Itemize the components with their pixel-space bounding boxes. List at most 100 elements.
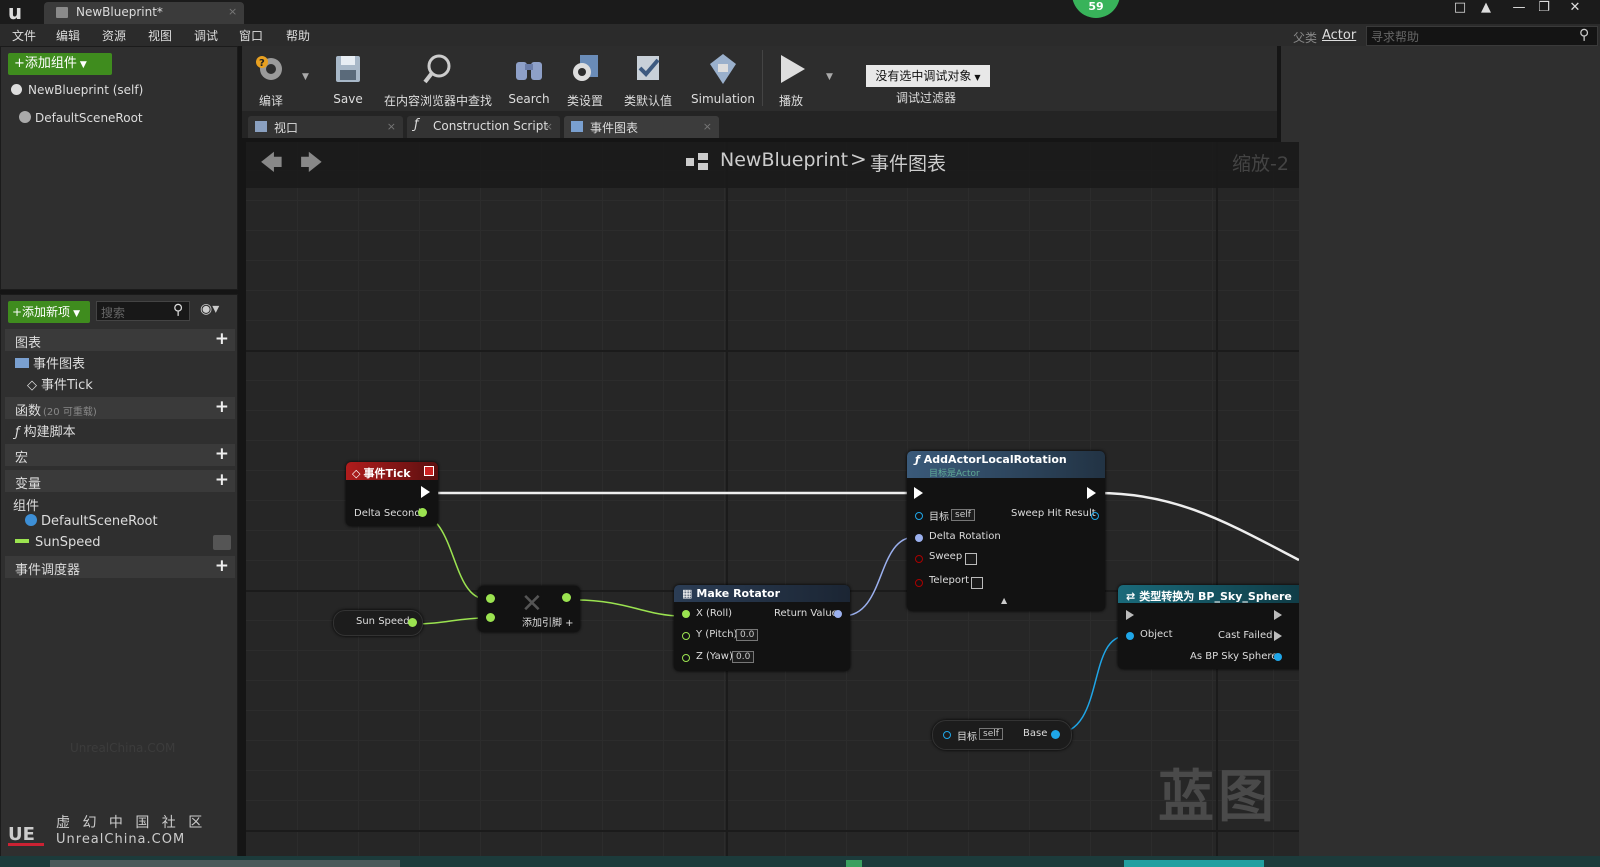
tab-event-graph-label: 事件图表 — [590, 121, 639, 135]
add-variable-icon[interactable]: + — [215, 470, 229, 490]
close-tab-icon[interactable]: × — [544, 120, 553, 133]
yaw-value-field[interactable]: 0.0 — [732, 651, 755, 663]
tab-event-graph[interactable]: 事件图表 × — [564, 116, 719, 138]
function-icon: ƒ — [414, 117, 419, 132]
node-add-actor-local-rotation[interactable]: ƒ AddActorLocalRotation 目标是Actor 目标 self … — [907, 451, 1105, 611]
maximize-icon[interactable]: ❐ — [1532, 0, 1556, 16]
event-tick-item[interactable]: ◇ 事件Tick — [27, 374, 93, 393]
help-search-input[interactable]: 寻求帮助 ⚲ — [1366, 26, 1598, 46]
close-window-icon[interactable]: ✕ — [1563, 0, 1587, 16]
play-options-arrow-icon[interactable]: ▼ — [826, 72, 833, 82]
target-pin[interactable] — [915, 512, 923, 520]
base-target-pin[interactable] — [943, 731, 951, 739]
search-button[interactable]: Search — [504, 46, 554, 111]
delegate-pin-icon[interactable] — [424, 466, 434, 476]
save-button[interactable]: Save — [326, 46, 370, 111]
add-pin-button[interactable]: 添加引脚 + — [522, 614, 574, 629]
node-cast-to-bp-sky-sphere[interactable]: ⇄ 类型转换为 BP_Sky_Sphere Object Cast Failed … — [1118, 585, 1299, 669]
tutorial-icon[interactable]: ▲ — [1474, 0, 1498, 16]
node-make-rotator[interactable]: ▦ Make Rotator X (Roll) Return Value Y (P… — [674, 585, 850, 671]
chat-icon[interactable]: □ — [1448, 0, 1472, 16]
node-get-sun-speed[interactable]: Sun Speed — [333, 610, 423, 636]
category-event-dispatchers[interactable]: 事件调度器 + — [5, 556, 235, 578]
cast-header: ⇄ 类型转换为 BP_Sky_Sphere — [1118, 585, 1299, 603]
tab-viewport[interactable]: 视口 × — [248, 116, 403, 138]
menu-view[interactable]: 视图 — [148, 27, 172, 44]
visibility-eye-icon[interactable] — [213, 535, 231, 550]
view-options-eye-icon[interactable]: ◉▾ — [200, 301, 219, 317]
variable-default-scene-root[interactable]: DefaultSceneRoot — [25, 514, 158, 529]
node-get-base[interactable]: 目标 self Base — [932, 720, 1072, 750]
component-default-scene-root[interactable]: DefaultSceneRoot — [19, 111, 143, 125]
teleport-pin[interactable] — [915, 579, 923, 587]
close-tab-icon[interactable]: × — [228, 5, 237, 18]
class-defaults-button[interactable]: 类默认值 — [616, 46, 680, 111]
add-component-button[interactable]: +添加组件 ▼ — [8, 53, 112, 75]
compile-options-arrow-icon[interactable]: ▼ — [302, 72, 309, 82]
sweep-checkbox[interactable] — [965, 553, 977, 565]
add-graph-icon[interactable]: + — [215, 329, 229, 349]
sun-speed-pin[interactable] — [408, 618, 417, 627]
category-variables[interactable]: 变量 + — [5, 470, 235, 492]
category-graphs[interactable]: 图表 + — [5, 329, 235, 351]
add-dispatcher-icon[interactable]: + — [215, 556, 229, 576]
parent-class-link[interactable]: Actor — [1322, 28, 1356, 43]
menu-edit[interactable]: 编辑 — [56, 27, 80, 44]
cast-exec-out-pin[interactable] — [1274, 610, 1282, 620]
delta-rotation-pin[interactable] — [915, 534, 923, 542]
sweep-pin[interactable] — [915, 555, 923, 563]
simulation-button[interactable]: Simulation — [688, 46, 758, 111]
roll-pin[interactable] — [682, 610, 690, 618]
collapse-arrow-icon[interactable]: ▲ — [1001, 596, 1007, 605]
cast-failed-pin[interactable] — [1274, 631, 1282, 641]
object-pin[interactable] — [1126, 632, 1134, 640]
tab-construction-script[interactable]: ƒ Construction Script × — [407, 116, 560, 138]
multiply-out-pin[interactable] — [562, 593, 571, 602]
document-tab[interactable]: NewBlueprint* × — [44, 2, 244, 24]
menu-file[interactable]: 文件 — [12, 27, 36, 44]
close-tab-icon[interactable]: × — [387, 120, 396, 133]
add-new-button[interactable]: +添加新项 ▼ — [8, 301, 90, 323]
teleport-checkbox[interactable] — [971, 577, 983, 589]
pitch-pin[interactable] — [682, 632, 690, 640]
my-blueprint-search-input[interactable]: 搜索 ⚲ — [96, 301, 190, 321]
menu-window[interactable]: 窗口 — [239, 27, 263, 44]
node-event-tick[interactable]: ◇ 事件Tick Delta Seconds — [346, 462, 438, 526]
as-bp-sky-sphere-pin[interactable] — [1274, 653, 1282, 661]
target-label: 目标 — [929, 512, 949, 523]
play-button[interactable]: 播放 — [766, 46, 816, 111]
event-graph-canvas[interactable]: 🡄 🡆 NewBlueprint > 事件图表 缩放-2 ◇ 事件Tick Del… — [246, 142, 1299, 856]
category-macros[interactable]: 宏 + — [5, 444, 235, 466]
category-functions[interactable]: 函数 (20 可重载) + — [5, 397, 235, 419]
menu-help[interactable]: 帮助 — [286, 27, 310, 44]
close-tab-icon[interactable]: × — [703, 120, 712, 133]
base-out-pin[interactable] — [1051, 730, 1060, 739]
menu-asset[interactable]: 资源 — [102, 27, 126, 44]
node-multiply-float[interactable]: ✕ 添加引脚 + — [478, 586, 580, 632]
exec-in-pin[interactable] — [914, 487, 923, 499]
debug-object-dropdown[interactable]: 没有选中调试对象 ▼ — [866, 65, 990, 87]
menu-debug[interactable]: 调试 — [194, 27, 218, 44]
find-in-content-browser-button[interactable]: 在内容浏览器中查找 — [376, 46, 500, 111]
yaw-pin[interactable] — [682, 654, 690, 662]
compile-button[interactable]: ? 编译 — [246, 46, 296, 111]
class-settings-button[interactable]: 类设置 — [560, 46, 610, 111]
multiply-in-b-pin[interactable] — [486, 613, 495, 622]
component-self[interactable]: NewBlueprint (self) — [11, 83, 143, 97]
multiply-in-a-pin[interactable] — [486, 594, 495, 603]
sweep-hit-result-pin[interactable] — [1091, 512, 1099, 520]
cast-exec-in-pin[interactable] — [1126, 610, 1134, 620]
construction-script-item[interactable]: ƒ 构建脚本 — [15, 421, 76, 440]
variable-sun-speed[interactable]: SunSpeed — [15, 535, 100, 550]
components-subcategory[interactable]: 组件 — [13, 495, 39, 514]
add-function-icon[interactable]: + — [215, 397, 229, 417]
event-graph-item[interactable]: 事件图表 — [15, 353, 85, 372]
exec-out-pin[interactable] — [1087, 487, 1096, 499]
minimize-icon[interactable]: — — [1507, 0, 1531, 16]
exec-out-pin[interactable] — [421, 486, 430, 498]
delta-seconds-pin[interactable] — [418, 508, 427, 517]
add-macro-icon[interactable]: + — [215, 444, 229, 464]
unreal-logo-icon[interactable]: u — [4, 1, 26, 23]
return-value-pin[interactable] — [834, 610, 842, 618]
pitch-value-field[interactable]: 0.0 — [736, 629, 759, 641]
